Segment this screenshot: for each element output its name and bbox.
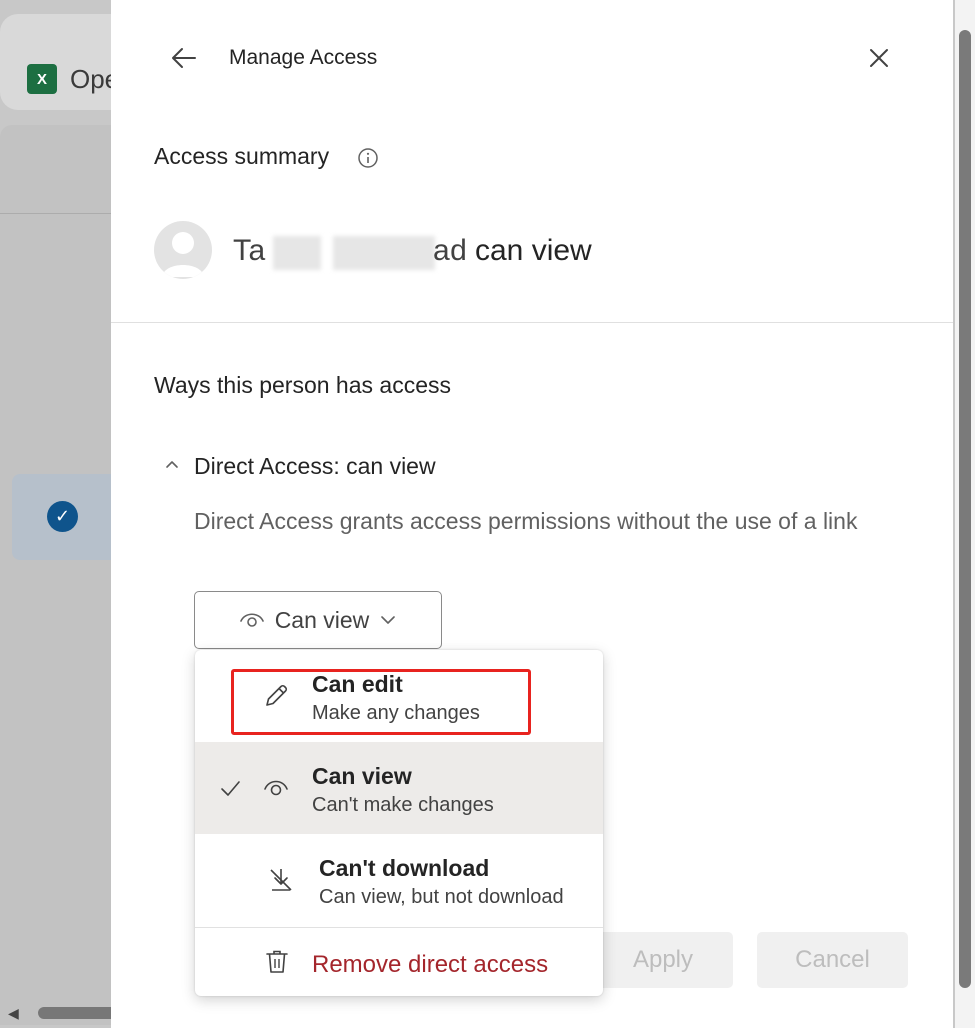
cancel-button[interactable]: Cancel: [757, 932, 908, 988]
menu-item-subtitle: Make any changes: [312, 702, 480, 724]
redacted-name-block: [273, 236, 321, 270]
menu-item-can-edit[interactable]: Can edit Make any changes: [195, 650, 603, 742]
menu-item-cant-download[interactable]: Can't download Can view, but not downloa…: [195, 834, 603, 926]
back-button[interactable]: [166, 40, 202, 76]
checkmark-icon: [221, 781, 240, 796]
chevron-down-icon: [381, 616, 396, 624]
avatar: [154, 221, 212, 279]
scroll-left-icon[interactable]: ◀: [8, 1005, 19, 1022]
permission-menu: Can edit Make any changes Can view Can't…: [195, 650, 603, 996]
info-icon[interactable]: [357, 147, 379, 169]
chevron-up-icon[interactable]: [163, 456, 181, 474]
close-button[interactable]: [861, 40, 897, 76]
access-summary-heading: Access summary: [154, 143, 330, 169]
arrow-left-icon: [172, 48, 196, 68]
scrollbar-thumb[interactable]: [959, 30, 971, 988]
menu-item-remove-access[interactable]: Remove direct access: [195, 928, 603, 996]
close-icon: [870, 49, 888, 67]
menu-item-subtitle: Can view, but not download: [319, 886, 564, 908]
direct-access-toggle[interactable]: Direct Access: can view: [194, 453, 436, 480]
dialog-title: Manage Access: [229, 46, 378, 69]
remove-access-label: Remove direct access: [312, 951, 549, 978]
permission-dropdown[interactable]: Can view: [194, 591, 442, 649]
permission-dropdown-label: Can view: [274, 606, 370, 633]
excel-icon: X: [27, 64, 57, 94]
no-download-icon: [270, 869, 292, 891]
menu-item-title: Can't download: [319, 855, 490, 881]
menu-item-subtitle: Can't make changes: [312, 794, 494, 816]
person-permission: can view: [475, 234, 592, 267]
vertical-scrollbar[interactable]: [955, 0, 975, 1028]
menu-item-title: Can view: [312, 763, 412, 789]
person-name-end: ad: [433, 234, 468, 267]
direct-access-description: Direct Access grants access permissions …: [194, 508, 858, 534]
person-icon: [162, 232, 204, 277]
redacted-name-block: [333, 236, 435, 270]
checkmark-circle-icon: ✓: [47, 501, 78, 532]
pencil-icon: [266, 684, 288, 706]
trash-icon: [266, 950, 288, 973]
eye-icon: [264, 780, 288, 796]
menu-item-can-view[interactable]: Can view Can't make changes: [195, 742, 603, 834]
person-name-start: Ta: [233, 234, 266, 267]
menu-item-title: Can edit: [312, 671, 403, 697]
apply-button[interactable]: Apply: [593, 932, 733, 988]
ways-access-heading: Ways this person has access: [154, 372, 451, 398]
section-divider: [111, 322, 953, 323]
eye-icon: [239, 613, 264, 627]
